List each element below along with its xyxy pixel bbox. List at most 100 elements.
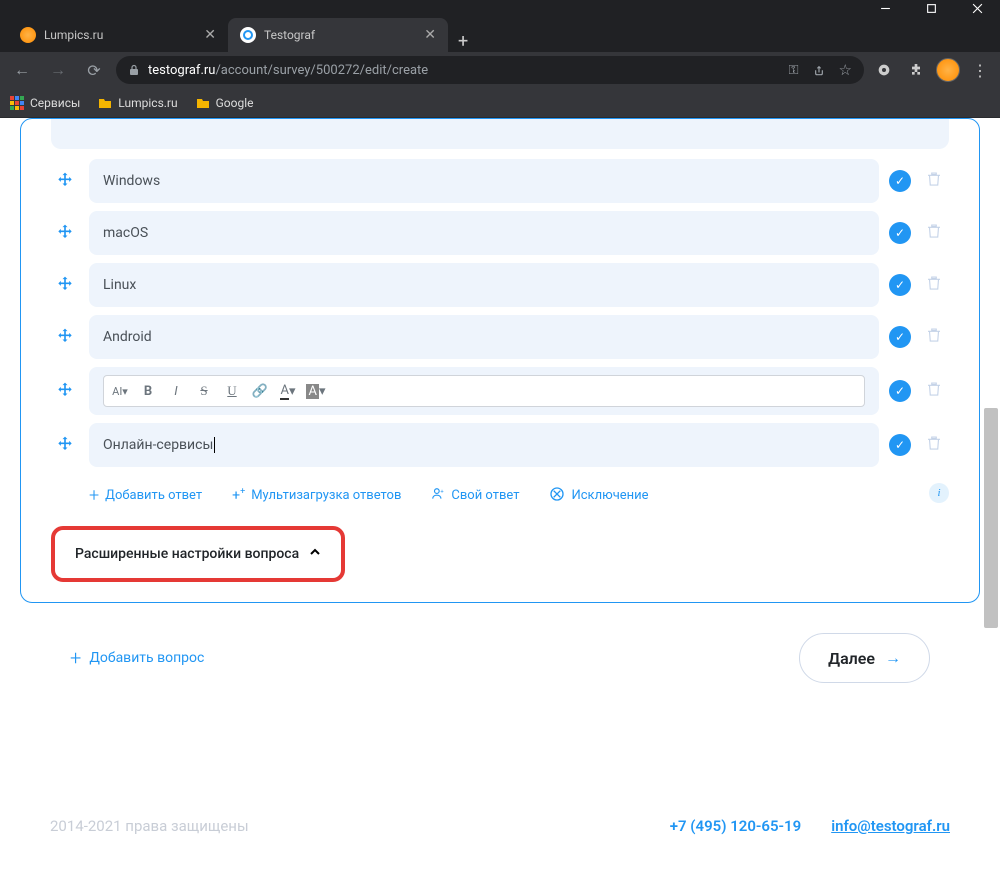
page-footer: 2014-2021 права защищены +7 (495) 120-65… — [50, 817, 950, 835]
chevron-up-icon — [309, 546, 321, 562]
extensions-icon[interactable] — [872, 58, 896, 82]
url-path: /account/survey/500272/edit/create — [215, 63, 428, 78]
person-icon: + — [431, 487, 445, 505]
arrow-right-icon: → — [885, 648, 901, 668]
custom-answer-link[interactable]: + Свой ответ — [431, 487, 519, 505]
option-input[interactable]: Windows — [89, 159, 879, 203]
question-card: Windows ✓ macOS ✓ Linux ✓ Android ✓ — [20, 118, 980, 603]
drag-handle-icon[interactable] — [51, 327, 79, 347]
page-content: Windows ✓ macOS ✓ Linux ✓ Android ✓ — [0, 118, 1000, 875]
bookmark-services[interactable]: Сервисы — [10, 96, 80, 110]
tb-ai-button[interactable]: AI▾ — [107, 379, 133, 403]
option-row: macOS ✓ — [21, 211, 979, 255]
tb-underline-button[interactable]: U — [219, 379, 245, 403]
tb-bold-button[interactable]: B — [135, 379, 161, 403]
plus-icon: + — [70, 646, 81, 670]
option-actions: + Добавить ответ ++ Мультизагрузка ответ… — [21, 475, 979, 506]
check-icon[interactable]: ✓ — [889, 274, 911, 296]
browser-tab-lumpics[interactable]: Lumpics.ru ✕ — [8, 18, 228, 52]
exclude-icon — [549, 486, 565, 506]
info-icon[interactable]: i — [929, 483, 949, 503]
option-input[interactable]: AI▾ B I S U 🔗 A▾ A▾ — [89, 367, 879, 415]
menu-icon[interactable]: ⋮ — [968, 58, 992, 82]
trash-icon[interactable] — [925, 222, 949, 244]
nav-back-button[interactable]: ← — [8, 56, 36, 84]
exclude-link[interactable]: Исключение — [549, 486, 648, 506]
check-icon[interactable]: ✓ — [889, 170, 911, 192]
tb-link-button[interactable]: 🔗 — [247, 379, 273, 403]
advanced-settings-toggle[interactable]: Расширенные настройки вопроса — [51, 526, 345, 582]
profile-avatar[interactable] — [936, 58, 960, 82]
option-row: Онлайн-сервисы ✓ — [21, 423, 979, 467]
browser-addressbar: ← → ⟳ testograf.ru/account/survey/500272… — [0, 52, 1000, 88]
check-icon[interactable]: ✓ — [889, 380, 911, 402]
multi-upload-link[interactable]: ++ Мультизагрузка ответов — [232, 487, 401, 504]
copyright-text: 2014-2021 права защищены — [50, 817, 249, 835]
add-question-link[interactable]: + Добавить вопрос — [70, 646, 204, 670]
tb-textcolor-button[interactable]: A▾ — [275, 379, 301, 403]
check-icon[interactable]: ✓ — [889, 434, 911, 456]
option-row-editing: AI▾ B I S U 🔗 A▾ A▾ ✓ — [21, 367, 979, 415]
tab-label: Lumpics.ru — [44, 28, 103, 42]
window-titlebar — [0, 0, 1000, 16]
advanced-settings-section: Расширенные настройки вопроса — [51, 526, 949, 582]
bookmark-star-icon[interactable]: ☆ — [839, 61, 852, 79]
question-header — [51, 119, 949, 149]
trash-icon[interactable] — [925, 434, 949, 456]
option-input[interactable]: Linux — [89, 263, 879, 307]
nav-forward-button[interactable]: → — [44, 56, 72, 84]
browser-tabbar: Lumpics.ru ✕ Testograf ✕ + — [0, 16, 1000, 52]
svg-text:+: + — [441, 488, 445, 494]
favicon-icon — [20, 27, 36, 43]
close-icon[interactable]: ✕ — [424, 27, 436, 43]
browser-tab-testograf[interactable]: Testograf ✕ — [228, 18, 448, 52]
option-input[interactable]: Android — [89, 315, 879, 359]
drag-handle-icon[interactable] — [51, 171, 79, 191]
address-input[interactable]: testograf.ru/account/survey/500272/edit/… — [116, 56, 864, 84]
tab-label: Testograf — [264, 28, 315, 42]
next-button[interactable]: Далее → — [799, 633, 930, 683]
trash-icon[interactable] — [925, 274, 949, 296]
window-minimize[interactable] — [862, 0, 908, 16]
option-row: Linux ✓ — [21, 263, 979, 307]
tb-bgcolor-button[interactable]: A▾ — [303, 379, 329, 403]
window-close[interactable] — [954, 0, 1000, 16]
tb-italic-button[interactable]: I — [163, 379, 189, 403]
footer-email[interactable]: info@testograf.ru — [831, 817, 950, 835]
drag-handle-icon[interactable] — [51, 223, 79, 243]
check-icon[interactable]: ✓ — [889, 326, 911, 348]
drag-handle-icon[interactable] — [51, 381, 79, 401]
extension-puzzle-icon[interactable] — [904, 58, 928, 82]
bookmarks-bar: Сервисы Lumpics.ru Google — [0, 88, 1000, 118]
scrollbar-vertical[interactable] — [984, 408, 998, 628]
folder-icon — [196, 96, 210, 110]
trash-icon[interactable] — [925, 326, 949, 348]
trash-icon[interactable] — [925, 170, 949, 192]
option-input[interactable]: macOS — [89, 211, 879, 255]
multi-plus-icon: ++ — [232, 487, 245, 504]
drag-handle-icon[interactable] — [51, 275, 79, 295]
key-icon[interactable]: ⚿ — [789, 63, 799, 78]
plus-icon: + — [89, 485, 99, 506]
close-icon[interactable]: ✕ — [204, 27, 216, 43]
nav-reload-button[interactable]: ⟳ — [80, 56, 108, 84]
bookmark-google[interactable]: Google — [196, 96, 254, 110]
format-toolbar: AI▾ B I S U 🔗 A▾ A▾ — [103, 375, 865, 407]
bookmark-lumpics[interactable]: Lumpics.ru — [98, 96, 177, 110]
url-domain: testograf.ru — [148, 63, 215, 78]
option-input[interactable]: Онлайн-сервисы — [89, 423, 879, 467]
page-actions: + Добавить вопрос Далее → — [20, 603, 980, 713]
lock-icon — [128, 64, 140, 76]
folder-icon — [98, 96, 112, 110]
favicon-icon — [240, 27, 256, 43]
new-tab-button[interactable]: + — [448, 31, 478, 52]
drag-handle-icon[interactable] — [51, 435, 79, 455]
trash-icon[interactable] — [925, 380, 949, 402]
window-maximize[interactable] — [908, 0, 954, 16]
tb-strike-button[interactable]: S — [191, 379, 217, 403]
check-icon[interactable]: ✓ — [889, 222, 911, 244]
option-row: Windows ✓ — [21, 159, 979, 203]
footer-phone[interactable]: +7 (495) 120-65-19 — [670, 817, 801, 835]
add-answer-link[interactable]: + Добавить ответ — [89, 485, 202, 506]
share-icon[interactable] — [811, 62, 827, 78]
